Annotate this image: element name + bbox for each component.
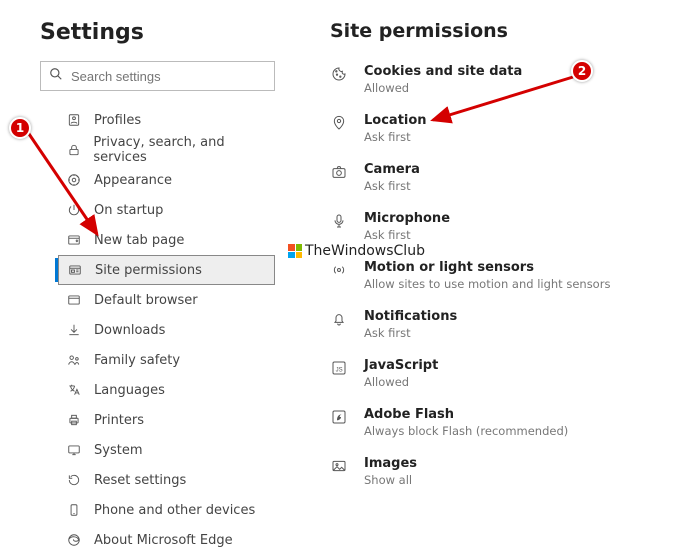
browser-icon — [66, 292, 82, 308]
sidebar-item-languages[interactable]: Languages — [58, 375, 275, 405]
perm-label: Adobe Flash — [364, 407, 568, 422]
perm-sub: Ask first — [364, 179, 420, 193]
perm-sub: Ask first — [364, 130, 427, 144]
windows-logo-icon — [288, 244, 302, 258]
perm-sub: Always block Flash (recommended) — [364, 424, 568, 438]
cookie-icon — [330, 65, 348, 83]
search-settings-box[interactable] — [40, 61, 275, 91]
image-icon — [330, 457, 348, 475]
sidebar-item-onstartup[interactable]: On startup — [58, 195, 275, 225]
microphone-icon — [330, 212, 348, 230]
newtab-icon — [66, 232, 82, 248]
system-icon — [66, 442, 82, 458]
sidebar-item-label: Default browser — [94, 293, 198, 308]
printer-icon — [66, 412, 82, 428]
download-icon — [66, 322, 82, 338]
sidebar-item-label: Languages — [94, 383, 165, 398]
perm-sub: Allowed — [364, 81, 522, 95]
sidebar-item-label: Family safety — [94, 353, 180, 368]
perm-sub: Allow sites to use motion and light sens… — [364, 277, 610, 291]
phone-icon — [66, 502, 82, 518]
page-title: Site permissions — [330, 20, 680, 42]
perm-label: Cookies and site data — [364, 64, 522, 79]
sidebar-item-label: Reset settings — [94, 473, 186, 488]
search-input[interactable] — [63, 69, 266, 84]
javascript-icon: JS — [330, 359, 348, 377]
perm-sub: Show all — [364, 473, 417, 487]
power-icon — [66, 202, 82, 218]
sidebar-item-label: Profiles — [94, 113, 141, 128]
language-icon — [66, 382, 82, 398]
family-icon — [66, 352, 82, 368]
bell-icon — [330, 310, 348, 328]
annotation-badge-2: 2 — [571, 60, 593, 82]
perm-cookies[interactable]: Cookies and site data Allowed — [330, 64, 680, 95]
perm-motion[interactable]: Motion or light sensors Allow sites to u… — [330, 260, 680, 291]
sidebar-item-privacy[interactable]: Privacy, search, and services — [58, 135, 275, 165]
edge-icon — [66, 532, 82, 548]
perm-adobeflash[interactable]: Adobe Flash Always block Flash (recommen… — [330, 407, 680, 438]
settings-nav: Profiles Privacy, search, and services A… — [40, 105, 275, 555]
sidebar-item-label: On startup — [94, 203, 163, 218]
sidebar-item-label: Phone and other devices — [94, 503, 255, 518]
sidebar-item-sitepermissions[interactable]: Site permissions — [58, 255, 275, 285]
perm-sub: Ask first — [364, 228, 450, 242]
perm-location[interactable]: Location Ask first — [330, 113, 680, 144]
sidebar-item-label: Site permissions — [95, 263, 202, 278]
watermark: TheWindowsClub — [288, 243, 425, 259]
svg-text:JS: JS — [336, 367, 343, 373]
perm-label: Camera — [364, 162, 420, 177]
sidebar-item-label: Appearance — [94, 173, 172, 188]
perm-sub: Allowed — [364, 375, 438, 389]
sidebar-item-downloads[interactable]: Downloads — [58, 315, 275, 345]
perm-javascript[interactable]: JS JavaScript Allowed — [330, 358, 680, 389]
sidebar-item-appearance[interactable]: Appearance — [58, 165, 275, 195]
perm-label: Microphone — [364, 211, 450, 226]
perm-label: Images — [364, 456, 417, 471]
camera-icon — [330, 163, 348, 181]
sidebar-item-label: Printers — [94, 413, 144, 428]
sidebar-item-phone[interactable]: Phone and other devices — [58, 495, 275, 525]
sidebar-item-familysafety[interactable]: Family safety — [58, 345, 275, 375]
sidebar-item-label: About Microsoft Edge — [94, 533, 233, 548]
sidebar-item-system[interactable]: System — [58, 435, 275, 465]
perm-camera[interactable]: Camera Ask first — [330, 162, 680, 193]
reset-icon — [66, 472, 82, 488]
perm-microphone[interactable]: Microphone Ask first — [330, 211, 680, 242]
sidebar-item-label: Downloads — [94, 323, 165, 338]
location-icon — [330, 114, 348, 132]
perm-notifications[interactable]: Notifications Ask first — [330, 309, 680, 340]
perm-label: Notifications — [364, 309, 457, 324]
appearance-icon — [66, 172, 82, 188]
perm-images[interactable]: Images Show all — [330, 456, 680, 487]
perm-sub: Ask first — [364, 326, 457, 340]
sidebar-item-label: System — [94, 443, 142, 458]
perm-label: Location — [364, 113, 427, 128]
sidebar-item-defaultbrowser[interactable]: Default browser — [58, 285, 275, 315]
annotation-badge-1: 1 — [9, 117, 31, 139]
settings-sidebar: Settings Profiles Privacy, search, and s… — [0, 0, 300, 504]
sidebar-item-resetsettings[interactable]: Reset settings — [58, 465, 275, 495]
sidebar-item-profiles[interactable]: Profiles — [58, 105, 275, 135]
perm-label: JavaScript — [364, 358, 438, 373]
sidebar-item-about[interactable]: About Microsoft Edge — [58, 525, 275, 555]
perm-label: Motion or light sensors — [364, 260, 610, 275]
search-icon — [49, 67, 63, 85]
permissions-list: Cookies and site data Allowed Location A… — [330, 64, 680, 487]
flash-icon — [330, 408, 348, 426]
motion-icon — [330, 261, 348, 279]
settings-title: Settings — [40, 20, 275, 45]
sidebar-item-label: New tab page — [94, 233, 184, 248]
sidebar-item-newtabpage[interactable]: New tab page — [58, 225, 275, 255]
watermark-text: TheWindowsClub — [305, 243, 425, 259]
permissions-icon — [67, 262, 83, 278]
sidebar-item-label: Privacy, search, and services — [93, 135, 275, 165]
lock-icon — [66, 142, 81, 158]
sidebar-item-printers[interactable]: Printers — [58, 405, 275, 435]
profile-icon — [66, 112, 82, 128]
